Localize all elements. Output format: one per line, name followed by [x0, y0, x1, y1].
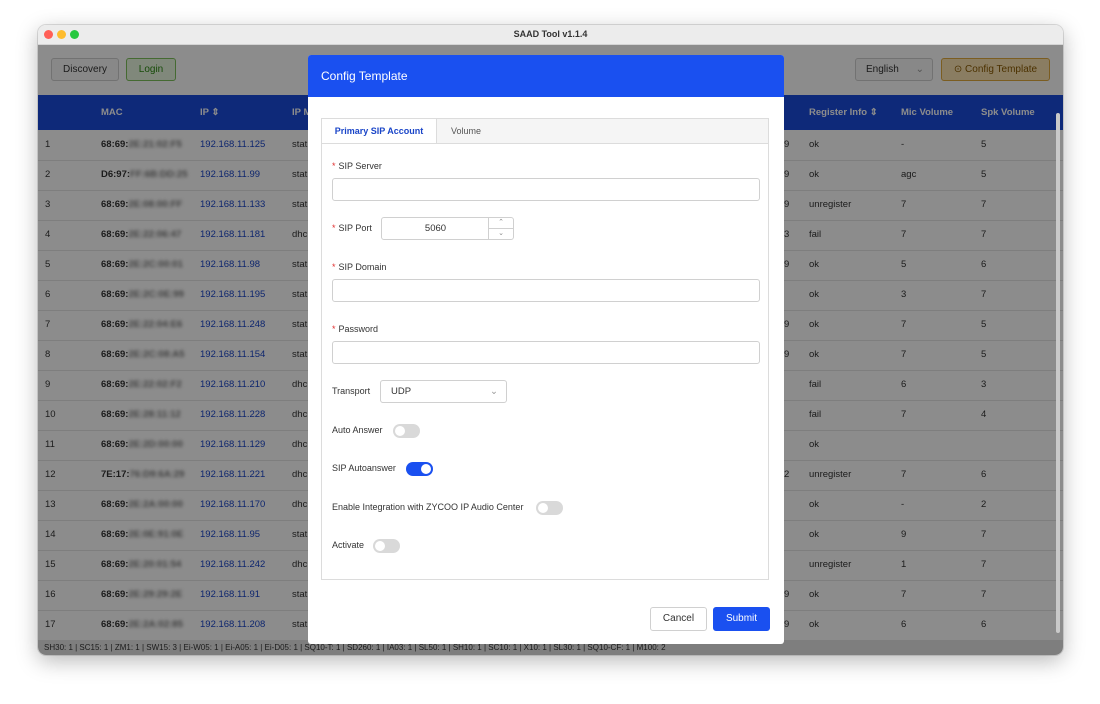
sip-autoanswer-label: SIP Autoanswer [332, 463, 396, 473]
minimize-window-icon[interactable] [57, 30, 66, 39]
toggle-knob [538, 503, 548, 513]
config-template-dialog: Config Template Primary SIP Account Volu… [308, 55, 784, 644]
sip-autoanswer-toggle[interactable] [406, 462, 433, 476]
password-label: * Password [332, 324, 379, 334]
tab-volume[interactable]: Volume [436, 119, 496, 144]
auto-answer-toggle[interactable] [393, 424, 420, 438]
integration-label: Enable Integration with ZYCOO IP Audio C… [332, 502, 524, 512]
window-title: SAAD Tool v1.1.4 [513, 29, 588, 39]
sip-domain-input[interactable] [332, 279, 760, 302]
transport-value: UDP [391, 386, 412, 397]
dialog-title: Config Template [308, 55, 784, 97]
integration-toggle[interactable] [536, 501, 563, 515]
chevron-down-icon: ⌄ [490, 386, 498, 397]
sip-port-value: 5060 [424, 223, 447, 234]
transport-label: Transport [332, 386, 371, 396]
toggle-knob [421, 464, 431, 474]
app-window: SAAD Tool v1.1.4 Discovery Login English… [38, 25, 1063, 655]
transport-select[interactable]: UDP ⌄ [380, 380, 507, 403]
increment-icon[interactable]: ⌃ [488, 218, 513, 229]
decrement-icon[interactable]: ⌄ [488, 229, 513, 239]
close-window-icon[interactable] [44, 30, 53, 39]
tab-primary-sip-account[interactable]: Primary SIP Account [322, 119, 437, 144]
scrollbar[interactable] [1056, 113, 1060, 633]
password-input[interactable] [332, 341, 760, 364]
toggle-knob [375, 541, 385, 551]
sip-account-panel: * SIP Server * SIP Port 5060 ⌃ ⌄ * SIP Doma… [321, 143, 769, 580]
toggle-knob [395, 426, 405, 436]
sip-port-stepper[interactable]: 5060 ⌃ ⌄ [381, 217, 514, 240]
activate-label: Activate [332, 540, 365, 550]
sip-domain-label: * SIP Domain [332, 262, 387, 272]
cancel-button[interactable]: Cancel [650, 607, 707, 631]
title-bar: SAAD Tool v1.1.4 [38, 25, 1063, 45]
dialog-tabs: Primary SIP Account Volume [321, 118, 769, 144]
sip-port-label: * SIP Port [332, 223, 372, 233]
submit-button[interactable]: Submit [713, 607, 770, 631]
zoom-window-icon[interactable] [70, 30, 79, 39]
auto-answer-label: Auto Answer [332, 425, 383, 435]
sip-server-input[interactable] [332, 178, 760, 201]
activate-toggle[interactable] [373, 539, 400, 553]
sip-server-label: * SIP Server [332, 161, 382, 171]
